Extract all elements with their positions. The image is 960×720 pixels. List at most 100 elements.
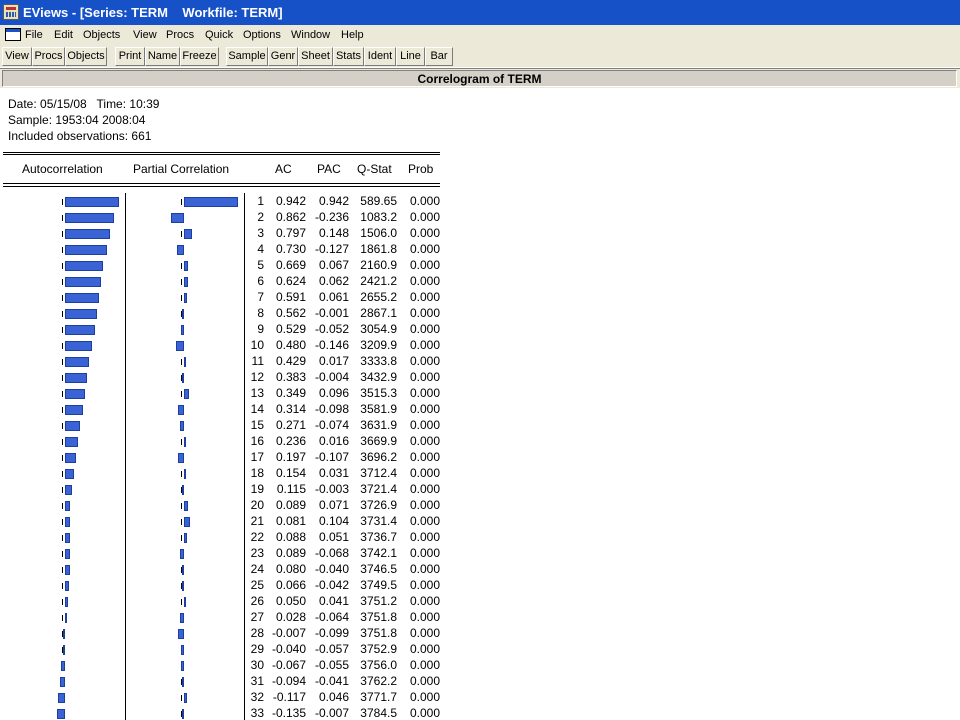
pac-bar xyxy=(182,709,184,719)
ac-value: 0.730 xyxy=(275,242,306,256)
document-window-icon[interactable] xyxy=(5,28,21,41)
menu-objects[interactable]: Objects xyxy=(83,28,120,42)
pac-value: -0.074 xyxy=(314,418,349,432)
pac-bar xyxy=(184,357,186,367)
qstat-value: 3746.5 xyxy=(360,562,397,576)
pac-bar-axis xyxy=(181,471,182,477)
header-partial-correlation: Partial Correlation xyxy=(133,162,230,176)
ac-bar xyxy=(65,245,107,255)
lag-label: 23 xyxy=(250,546,264,560)
pac-bar-axis xyxy=(181,263,182,269)
prob-value: 0.000 xyxy=(409,434,440,448)
prob-value: 0.000 xyxy=(409,370,440,384)
observations-line: Included observations: 661 xyxy=(8,129,152,143)
ac-bar-axis xyxy=(62,423,63,429)
ac-bar-axis xyxy=(62,327,63,333)
menu-help[interactable]: Help xyxy=(341,28,364,42)
lag-label: 3 xyxy=(257,226,264,240)
ac-value: 0.089 xyxy=(275,498,306,512)
ac-value: 0.591 xyxy=(275,290,306,304)
pac-value: -0.098 xyxy=(314,402,349,416)
menu-quick[interactable]: Quick xyxy=(205,28,233,42)
ac-bar xyxy=(65,373,87,383)
qstat-value: 3751.8 xyxy=(360,610,397,624)
ac-bar xyxy=(65,597,68,607)
menu-bar: File Edit Objects View Procs Quick Optio… xyxy=(0,25,960,45)
eviews-app-icon[interactable] xyxy=(3,4,19,20)
table-top-rule-2 xyxy=(3,154,440,155)
prob-value: 0.000 xyxy=(409,706,440,720)
ac-bar-axis xyxy=(62,455,63,461)
ac-bar xyxy=(65,229,110,239)
ident-button[interactable]: Ident xyxy=(364,47,396,66)
prob-value: 0.000 xyxy=(409,658,440,672)
pac-value: -0.107 xyxy=(314,450,349,464)
line-button[interactable]: Line xyxy=(396,47,425,66)
pac-value: -0.003 xyxy=(314,482,349,496)
name-button[interactable]: Name xyxy=(145,47,180,66)
ac-bar xyxy=(65,501,70,511)
pac-bar-axis xyxy=(181,231,182,237)
qstat-value: 3432.9 xyxy=(360,370,397,384)
pac-bar xyxy=(178,453,184,463)
print-button[interactable]: Print xyxy=(115,47,145,66)
lag-label: 6 xyxy=(257,274,264,288)
sample-button[interactable]: Sample xyxy=(226,47,268,66)
view-button[interactable]: View xyxy=(2,47,32,66)
ac-bar-axis xyxy=(62,551,63,557)
ac-bar xyxy=(65,277,101,287)
prob-value: 0.000 xyxy=(409,194,440,208)
stats-button[interactable]: Stats xyxy=(333,47,364,66)
pac-bar xyxy=(182,677,184,687)
menu-edit[interactable]: Edit xyxy=(54,28,73,42)
pac-bar xyxy=(180,549,184,559)
menu-file[interactable]: File xyxy=(25,28,43,42)
ac-bar-axis xyxy=(62,519,63,525)
qstat-value: 1506.0 xyxy=(360,226,397,240)
objects-button[interactable]: Objects xyxy=(65,47,107,66)
pac-value: -0.004 xyxy=(314,370,349,384)
qstat-value: 3742.1 xyxy=(360,546,397,560)
qstat-value: 2160.9 xyxy=(360,258,397,272)
bar-button[interactable]: Bar xyxy=(425,47,453,66)
ac-value: 0.669 xyxy=(275,258,306,272)
menu-view[interactable]: View xyxy=(133,28,157,42)
pac-value: 0.096 xyxy=(318,386,349,400)
lag-label: 13 xyxy=(250,386,264,400)
qstat-value: 3784.5 xyxy=(360,706,397,720)
lag-label: 9 xyxy=(257,322,264,336)
freeze-button[interactable]: Freeze xyxy=(180,47,219,66)
menu-options[interactable]: Options xyxy=(243,28,281,42)
lag-label: 24 xyxy=(250,562,264,576)
pac-bar xyxy=(184,597,186,607)
ac-value: 0.236 xyxy=(275,434,306,448)
menu-procs[interactable]: Procs xyxy=(166,28,194,42)
ac-value: 0.383 xyxy=(275,370,306,384)
ac-bar xyxy=(63,645,65,655)
qstat-value: 3669.9 xyxy=(360,434,397,448)
qstat-value: 3631.9 xyxy=(360,418,397,432)
pac-value: 0.046 xyxy=(318,690,349,704)
pac-value: -0.099 xyxy=(314,626,349,640)
lag-label: 19 xyxy=(250,482,264,496)
pac-value: -0.146 xyxy=(314,338,349,352)
procs-button[interactable]: Procs xyxy=(32,47,65,66)
sheet-button[interactable]: Sheet xyxy=(298,47,333,66)
view-header: Correlogram of TERM xyxy=(0,68,960,89)
prob-value: 0.000 xyxy=(409,242,440,256)
prob-value: 0.000 xyxy=(409,498,440,512)
prob-value: 0.000 xyxy=(409,482,440,496)
prob-value: 0.000 xyxy=(409,418,440,432)
lag-label: 25 xyxy=(250,578,264,592)
ac-value: 0.271 xyxy=(275,418,306,432)
qstat-value: 3581.9 xyxy=(360,402,397,416)
prob-value: 0.000 xyxy=(409,354,440,368)
prob-value: 0.000 xyxy=(409,210,440,224)
menu-window[interactable]: Window xyxy=(291,28,330,42)
ac-value: 0.314 xyxy=(275,402,306,416)
qstat-value: 3756.0 xyxy=(360,658,397,672)
pac-bar-axis xyxy=(181,279,182,285)
ac-bar-axis xyxy=(62,407,63,413)
ac-bar-axis xyxy=(62,215,63,221)
genr-button[interactable]: Genr xyxy=(268,47,298,66)
